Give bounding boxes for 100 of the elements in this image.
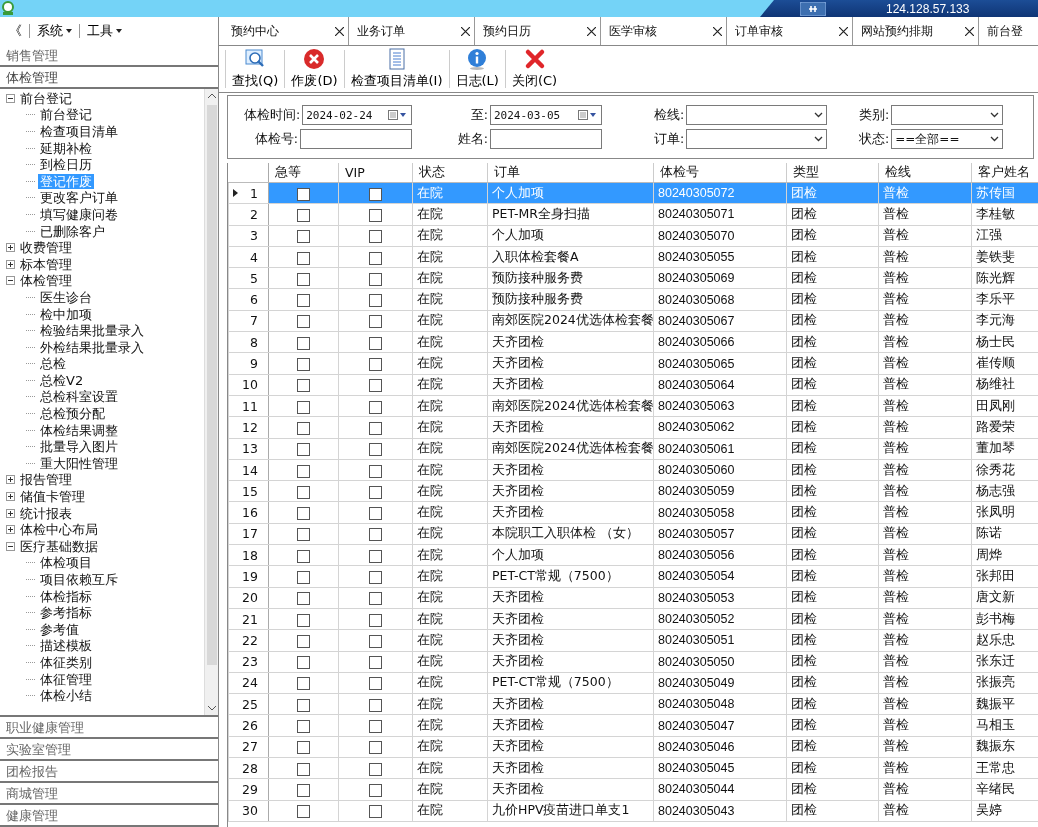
toolbar-button[interactable]: 查找(Q): [228, 46, 283, 92]
tree-item[interactable]: 前台登记: [38, 107, 94, 123]
row-number: 8: [228, 331, 269, 353]
row-number: 4: [228, 246, 269, 268]
menu-dropdown[interactable]: 系统: [34, 21, 75, 41]
table-cell: 普检: [878, 714, 972, 737]
table-cell: 团检: [786, 501, 879, 524]
column-header[interactable]: 类型: [786, 163, 879, 183]
tree-item[interactable]: 参考指标: [38, 605, 94, 621]
tree-item[interactable]: 总检科室设置: [38, 389, 120, 405]
column-header[interactable]: VIP: [338, 163, 413, 183]
tree-item[interactable]: 体检中心布局: [18, 522, 100, 538]
table-cell: 在院: [412, 438, 488, 460]
tree-item[interactable]: 填写健康问卷: [38, 206, 120, 222]
table-cell: 普检: [878, 416, 972, 439]
table-cell: 天齐团检: [487, 331, 654, 353]
column-header[interactable]: 急等: [268, 163, 339, 183]
table-cell: 普检: [878, 587, 972, 609]
table-cell: 80240305046: [653, 736, 787, 758]
row-number: 5: [228, 267, 269, 289]
tree-item[interactable]: 外检结果批量录入: [38, 339, 146, 355]
table-cell: 在院: [412, 629, 488, 652]
table-cell: 张东迁: [971, 651, 1038, 673]
tree-item[interactable]: 批量导入图片: [38, 439, 120, 455]
tree-item[interactable]: 已删除客户: [38, 223, 107, 239]
tree-item[interactable]: 体征管理: [38, 671, 94, 687]
table-cell: 本院职工入职体检 （女）: [487, 523, 654, 545]
toolbar-button[interactable]: 检查项目清单(I): [346, 46, 447, 92]
table-cell: 普检: [878, 757, 972, 779]
table-cell: 天齐团检: [487, 480, 654, 502]
table-cell: 个人加项: [487, 225, 654, 247]
tree-item[interactable]: 更改客户订单: [38, 190, 120, 206]
table-cell: 团检: [786, 310, 879, 332]
table-cell: 在院: [412, 331, 488, 353]
table-cell: 团检: [786, 395, 879, 417]
tree-item[interactable]: 参考值: [38, 621, 81, 637]
tree-item[interactable]: 总检预分配: [38, 406, 107, 422]
tree-item[interactable]: 检中加项: [38, 306, 94, 322]
table-cell: 80240305058: [653, 501, 787, 524]
tree-item[interactable]: 体检小结: [38, 688, 94, 704]
table-cell: 80240305047: [653, 714, 787, 737]
tree-item[interactable]: 统计报表: [18, 505, 74, 521]
tree-item[interactable]: 检验结果批量录入: [38, 323, 146, 339]
table-cell: 普检: [878, 438, 972, 460]
tree-item[interactable]: 总检: [38, 356, 68, 372]
tree-item[interactable]: 体检结果调整: [38, 422, 120, 438]
row-number: 19: [228, 565, 269, 588]
tree-item[interactable]: 体征类别: [38, 655, 94, 670]
tree-item[interactable]: 描述模板: [38, 638, 94, 654]
table-cell: 80240305055: [653, 246, 787, 268]
column-header[interactable]: 订单: [487, 163, 654, 183]
column-header[interactable]: 状态: [412, 163, 488, 183]
tree-item[interactable]: 重大阳性管理: [38, 455, 120, 471]
toolbar-button[interactable]: 作废(D): [287, 46, 342, 92]
table-cell: 个人加项: [487, 544, 654, 566]
table-cell: 团检: [786, 757, 879, 779]
table-cell: 在院: [412, 352, 488, 375]
column-header[interactable]: 体检号: [653, 163, 787, 183]
tree-item[interactable]: 储值卡管理: [18, 489, 87, 505]
table-cell: 普检: [878, 352, 972, 375]
date-field[interactable]: 2024-02-24: [302, 105, 412, 125]
tree-item[interactable]: 体检项目: [38, 555, 94, 571]
table-cell: 80240305050: [653, 651, 787, 673]
tree-item[interactable]: 报告管理: [18, 472, 74, 488]
toolbar-button[interactable]: 日志(L): [451, 46, 503, 92]
column-header[interactable]: 检线: [878, 163, 972, 183]
table-cell: 80240305068: [653, 289, 787, 311]
row-number: 29: [228, 778, 269, 801]
table-cell: 南郊医院2024优选体检套餐: [487, 438, 654, 460]
row-number: 1: [228, 182, 269, 204]
date-field[interactable]: 2024-03-05: [490, 105, 602, 125]
tree-item[interactable]: 体检指标: [38, 588, 94, 604]
toolbar-button[interactable]: 关闭(C): [507, 46, 562, 92]
table-cell: 在院: [412, 225, 488, 247]
tree-item[interactable]: 前台登记: [18, 90, 74, 106]
table-cell: 普检: [878, 203, 972, 226]
row-number: 24: [228, 672, 269, 694]
tree-item[interactable]: 到检日历: [38, 157, 94, 173]
table-cell: 80240305063: [653, 395, 787, 417]
row-number: 6: [228, 289, 269, 311]
table-cell: 团检: [786, 629, 879, 652]
table-cell: 普检: [878, 289, 972, 311]
tree-item[interactable]: 总检V2: [38, 372, 86, 388]
tree-item[interactable]: 收费管理: [18, 240, 74, 256]
tree-item[interactable]: 延期补检: [38, 140, 94, 156]
tree-item[interactable]: 标本管理: [18, 256, 74, 272]
tree-item[interactable]: 体检管理: [18, 273, 74, 289]
table-cell: 在院: [412, 736, 488, 758]
row-number: 3: [228, 225, 269, 247]
tree-item[interactable]: 医生诊台: [38, 289, 94, 305]
tree-item[interactable]: 项目依赖互斥: [38, 572, 120, 587]
table-cell: 80240305059: [653, 480, 787, 502]
tree-item[interactable]: 检查项目清单: [38, 124, 120, 139]
dropdown-field[interactable]: ==全部==: [891, 129, 1004, 149]
collapse-button[interactable]: 《: [6, 21, 25, 41]
tree-item[interactable]: 医疗基础数据: [18, 538, 100, 554]
column-header[interactable]: 客户姓名: [971, 163, 1038, 183]
row-number: 30: [228, 800, 269, 822]
menu-dropdown[interactable]: 工具: [84, 21, 125, 41]
table-cell: 在院: [412, 565, 488, 588]
